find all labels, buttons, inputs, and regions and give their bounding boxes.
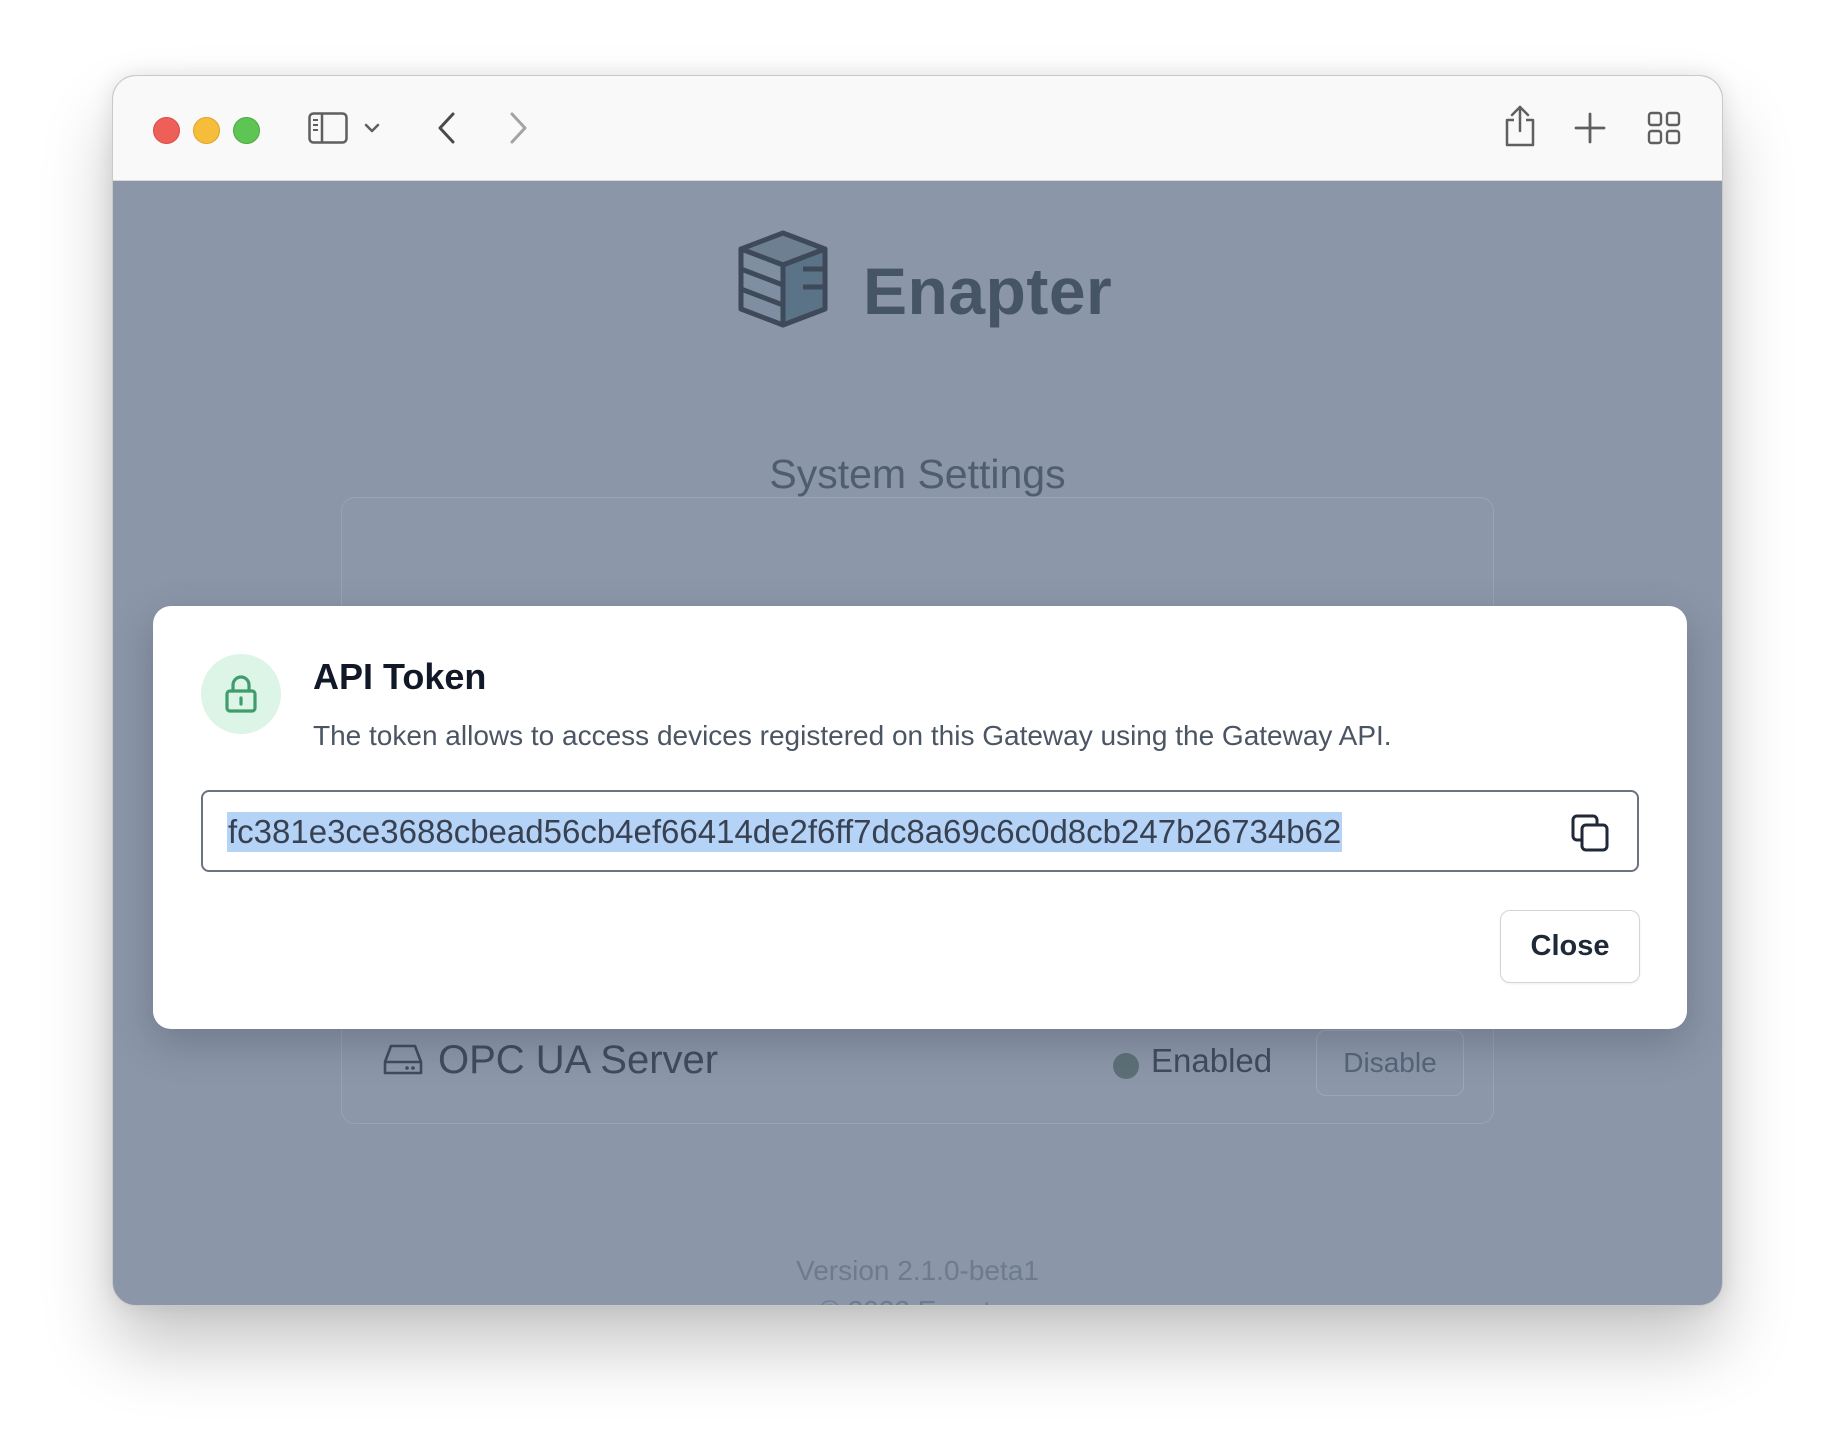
back-icon[interactable]: [435, 110, 459, 146]
opc-ua-server-row: OPC UA Server Enabled Disable: [342, 1018, 1493, 1108]
close-window-button[interactable]: [153, 117, 180, 144]
maximize-window-button[interactable]: [233, 117, 260, 144]
api-token-dialog: API Token The token allows to access dev…: [153, 606, 1687, 1029]
browser-window: Enapter System Settings OPC UA Server En…: [112, 75, 1723, 1306]
token-value[interactable]: fc381e3ce3688cbead56cb4ef66414de2f6ff7dc…: [227, 812, 1343, 852]
browser-toolbar: [113, 76, 1722, 181]
share-icon[interactable]: [1502, 104, 1538, 148]
minimize-window-button[interactable]: [193, 117, 220, 144]
page-footer: Version 2.1.0-beta1 © 2022 Enapter: [113, 1251, 1722, 1305]
chevron-down-icon[interactable]: [363, 122, 381, 134]
service-name: OPC UA Server: [438, 1038, 719, 1082]
copy-icon[interactable]: [1569, 812, 1611, 854]
copyright-text: © 2022 Enapter: [113, 1291, 1722, 1305]
page-title: System Settings: [769, 451, 1066, 497]
dialog-title: API Token: [313, 656, 487, 697]
page-content: Enapter System Settings OPC UA Server En…: [113, 181, 1722, 1305]
enapter-logo-icon: [733, 229, 833, 329]
forward-icon[interactable]: [506, 110, 530, 146]
lock-icon: [201, 654, 281, 734]
version-text: Version 2.1.0-beta1: [796, 1255, 1039, 1286]
service-status: Enabled: [1151, 1042, 1273, 1079]
new-tab-icon[interactable]: [1574, 112, 1606, 144]
disable-button[interactable]: Disable: [1316, 1030, 1464, 1096]
close-button[interactable]: Close: [1500, 910, 1640, 983]
sidebar-icon[interactable]: [308, 112, 348, 144]
tab-overview-icon[interactable]: [1647, 111, 1681, 145]
token-field[interactable]: fc381e3ce3688cbead56cb4ef66414de2f6ff7dc…: [201, 790, 1639, 872]
status-dot-icon: [1113, 1053, 1139, 1079]
brand-name: Enapter: [863, 254, 1113, 328]
dialog-description: The token allows to access devices regis…: [313, 720, 1392, 751]
server-drive-icon: [383, 1043, 423, 1082]
